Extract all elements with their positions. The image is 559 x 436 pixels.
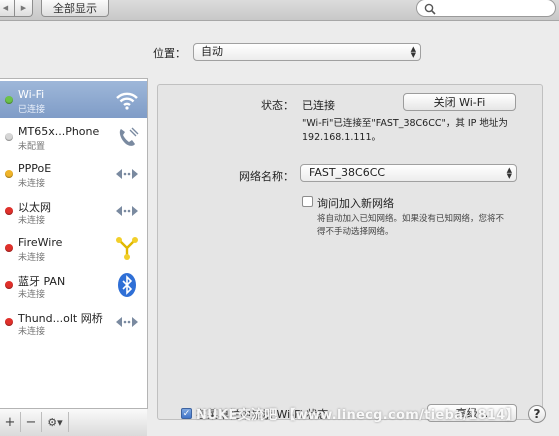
- firewire-icon: [116, 237, 138, 260]
- ip-address-text: 192.168.1.111。: [302, 132, 382, 143]
- search-field[interactable]: [416, 0, 556, 17]
- action-menu-button[interactable]: ⚙▾: [42, 412, 69, 432]
- bluetooth-icon: [118, 273, 136, 297]
- search-icon: [424, 3, 436, 15]
- show-all-button[interactable]: 全部显示: [41, 0, 109, 17]
- status-dot: [5, 170, 13, 178]
- back-button[interactable]: ◀: [0, 0, 15, 17]
- status-dot: [5, 318, 13, 326]
- status-label: 状态：: [261, 99, 294, 112]
- status-dot: [5, 133, 13, 141]
- chevron-left-icon: ◀: [2, 4, 9, 12]
- service-name: FireWire: [18, 236, 63, 249]
- location-value: 自动: [201, 45, 223, 58]
- watermark: NUKE交流吧 【www.linecg.com/tieba/1814】: [196, 408, 519, 423]
- turn-off-wifi-button[interactable]: 关闭 Wi-Fi: [403, 93, 516, 111]
- service-name: PPPoE: [18, 162, 52, 175]
- ethernet-arrows-icon: [116, 206, 138, 216]
- service-item-wifi[interactable]: Wi-Fi 已连接: [0, 81, 147, 118]
- service-status: 未连接: [18, 216, 46, 226]
- status-dot: [5, 207, 13, 215]
- service-item-pppoe[interactable]: PPPoE 未连接: [0, 155, 147, 192]
- location-select[interactable]: 自动 ▲ ▼: [193, 43, 421, 61]
- help-button[interactable]: ?: [528, 405, 546, 423]
- service-status: 未连接: [18, 253, 46, 263]
- service-status: 未连接: [18, 179, 46, 189]
- service-status: 已连接: [18, 105, 46, 115]
- phone-icon: [119, 127, 139, 146]
- service-list-toolbar: + − ⚙▾: [0, 408, 147, 436]
- service-item-bluetooth[interactable]: 蓝牙 PAN 未连接: [0, 266, 147, 303]
- service-item-firewire[interactable]: FireWire 未连接: [0, 229, 147, 266]
- add-service-button[interactable]: +: [0, 412, 21, 432]
- status-dot: [5, 244, 13, 252]
- network-name-value: FAST_38C6CC: [309, 166, 386, 179]
- forward-button[interactable]: ▶: [14, 0, 33, 17]
- updown-arrows-icon: ▲ ▼: [410, 45, 416, 59]
- ask-join-checkbox[interactable]: [302, 196, 313, 207]
- service-name: Wi-Fi: [18, 88, 45, 101]
- updown-arrows-icon: ▲ ▼: [506, 166, 512, 180]
- remove-service-button[interactable]: −: [21, 412, 42, 432]
- network-name-select[interactable]: FAST_38C6CC ▲ ▼: [300, 164, 517, 182]
- menu-bar-status-checkbox[interactable]: ✓: [181, 408, 192, 419]
- service-item-thunderbolt-bridge[interactable]: Thund...olt 网桥 未连接: [0, 303, 147, 340]
- ask-join-label: 询问加入新网络: [317, 197, 394, 210]
- location-label: 位置：: [153, 47, 186, 60]
- service-item-phone[interactable]: MT65x...Phone 未配置: [0, 118, 147, 155]
- status-description: "Wi-Fi"已连接至"FAST_38C6CC"，其 IP 地址为: [302, 118, 508, 129]
- status-dot: [5, 96, 13, 104]
- service-status: 未连接: [18, 327, 46, 337]
- service-item-ethernet[interactable]: 以太网 未连接: [0, 192, 147, 229]
- chevron-right-icon: ▶: [20, 4, 27, 12]
- service-list: Wi-Fi 已连接 MT65x...Phone 未配置 PPPoE 未连接 以太…: [0, 78, 148, 409]
- ask-join-description-2: 得不手动选择网络。: [317, 227, 394, 237]
- ethernet-arrows-icon: [116, 317, 138, 327]
- status-dot: [5, 281, 13, 289]
- ethernet-arrows-icon: [116, 169, 138, 179]
- ask-join-description: 将自动加入已知网络。如果没有已知网络，您将不: [317, 214, 505, 224]
- service-status: 未连接: [18, 290, 46, 300]
- toolbar: ◀ ▶ 全部显示: [0, 0, 559, 21]
- service-name: MT65x...Phone: [18, 125, 100, 138]
- status-value: 已连接: [302, 99, 335, 112]
- service-status: 未配置: [18, 142, 46, 152]
- wifi-icon: [116, 92, 138, 110]
- network-name-label: 网络名称：: [239, 170, 294, 183]
